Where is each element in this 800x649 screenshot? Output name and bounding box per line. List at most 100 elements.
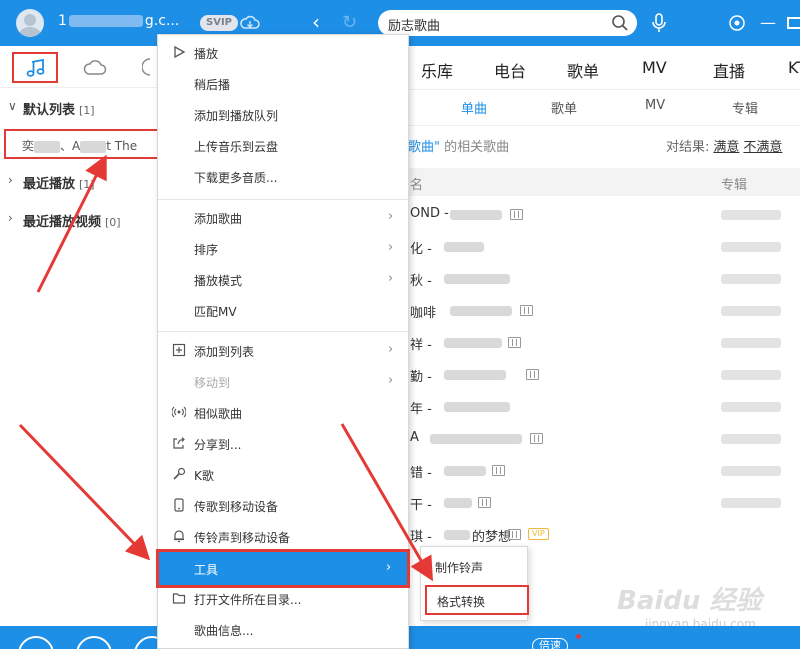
table-row[interactable]: OND - [408, 198, 800, 230]
menu-item-sort[interactable]: 排序 › [158, 233, 408, 264]
album-blur [721, 274, 781, 284]
chevron-right-icon: › [388, 209, 394, 224]
menu-divider [158, 199, 408, 200]
search-input[interactable]: 励志歌曲 [388, 15, 440, 34]
chevron-down-icon[interactable]: ∨ [8, 99, 17, 113]
music-note-icon [26, 58, 45, 77]
column-name-header[interactable]: 名 [410, 174, 423, 193]
table-row[interactable]: 秋 - [408, 262, 800, 294]
radio-wave-icon [172, 406, 186, 418]
menu-item-play[interactable]: 播放 [158, 37, 408, 68]
tab-radio[interactable]: 电台 [494, 58, 526, 82]
table-row[interactable]: 化 - [408, 230, 800, 262]
chevron-right-icon[interactable]: › [8, 211, 13, 225]
menu-item-song-info[interactable]: 歌曲信息... [158, 614, 408, 645]
subtab-albums[interactable]: 专辑 [732, 98, 758, 117]
menu-item-add-queue[interactable]: 添加到播放队列 [158, 99, 408, 130]
svip-badge[interactable]: SVIP [200, 15, 238, 31]
tab-live[interactable]: 直播 [713, 58, 745, 82]
satisfied-link[interactable]: 满意 [713, 140, 739, 155]
recent-play-row[interactable]: › 最近播放 [1] [0, 170, 160, 194]
microphone-search-icon[interactable] [650, 12, 668, 34]
chevron-right-icon[interactable]: › [8, 173, 13, 187]
left-sidebar: ∨ 默认列表 [1] 奕、A t The › 最近播放 [1] › 最近播放视频 [0] [0, 46, 166, 626]
skin-settings-icon[interactable] [728, 14, 746, 32]
user-avatar[interactable] [16, 9, 44, 37]
default-list-row[interactable]: ∨ 默认列表 [1] [0, 96, 160, 120]
menu-item-upload-cloud[interactable]: 上传音乐到云盘 [158, 130, 408, 161]
album-blur [721, 210, 781, 220]
mv-icon[interactable] [530, 433, 543, 444]
maximize-button[interactable] [787, 17, 800, 29]
search-box[interactable]: 励志歌曲 [378, 10, 637, 36]
previous-button[interactable] [18, 636, 54, 649]
tab-playlists[interactable]: 歌单 [567, 58, 599, 82]
song-name: 勤 - [410, 370, 432, 385]
table-row[interactable]: 咖啡 [408, 294, 800, 326]
music-tab[interactable] [12, 52, 58, 83]
menu-item-open-folder[interactable]: 打开文件所在目录... [158, 583, 408, 614]
username-blur [68, 15, 143, 27]
blurred-text [430, 434, 522, 444]
menu-item-karaoke[interactable]: K歌 [158, 459, 408, 490]
tab-library[interactable]: 乐库 [421, 58, 453, 82]
subtab-songs[interactable]: 单曲 [461, 98, 487, 117]
song-name: 咖啡 [410, 306, 437, 321]
tab-mv[interactable]: MV [642, 58, 667, 77]
mv-icon[interactable] [508, 529, 521, 540]
recent-video-row[interactable]: › 最近播放视频 [0] [0, 208, 160, 232]
folder-icon [172, 593, 186, 604]
unsatisfied-link[interactable]: 不满意 [743, 140, 782, 155]
menu-item-add-songs[interactable]: 添加歌曲 › [158, 202, 408, 233]
menu-item-share[interactable]: 分享到... [158, 428, 408, 459]
playing-song-item[interactable]: 奕 、A t The [4, 129, 166, 159]
menu-item-play-later[interactable]: 稍后播 [158, 68, 408, 99]
table-row[interactable]: 错 - [408, 454, 800, 486]
mv-icon[interactable] [526, 369, 539, 380]
menu-item-add-to-list[interactable]: 添加到列表 › [158, 335, 408, 366]
subtab-playlists[interactable]: 歌单 [551, 98, 577, 117]
playback-speed-button[interactable]: 倍速 [532, 638, 568, 649]
cloud-sync-icon[interactable] [240, 14, 260, 32]
cloud-tab-icon[interactable] [83, 60, 107, 76]
table-row[interactable]: A [408, 422, 800, 454]
submenu-item-make-ringtone[interactable]: 制作铃声 [421, 553, 527, 581]
menu-item-download-quality[interactable]: 下载更多音质... [158, 161, 408, 192]
back-button[interactable]: ‹ [312, 12, 332, 34]
table-row[interactable]: 年 - [408, 390, 800, 422]
username[interactable]: 1 g.c... [58, 13, 193, 33]
mv-icon[interactable] [478, 497, 491, 508]
table-row[interactable]: 勤 - [408, 358, 800, 390]
play-button[interactable] [76, 636, 112, 649]
menu-item-send-to-device[interactable]: 传歌到移动设备 [158, 490, 408, 521]
menu-item-play-mode[interactable]: 播放模式 › [158, 264, 408, 295]
column-album-header[interactable]: 专辑 [721, 174, 747, 193]
results-summary: 歌曲" 的相关歌曲 对结果: 满意 不满意 [408, 136, 800, 156]
menu-item-similar-songs[interactable]: 相似歌曲 [158, 397, 408, 428]
menu-item-send-ringtone[interactable]: 传铃声到移动设备 [158, 521, 408, 552]
blurred-text [444, 274, 510, 284]
radio-tab-icon[interactable] [142, 57, 156, 77]
chevron-right-icon: › [388, 373, 394, 388]
blurred-text [444, 498, 472, 508]
song-table-header: 名 专辑 [408, 168, 800, 196]
blurred-text [444, 530, 470, 540]
vip-tag: VIP [528, 528, 549, 540]
submenu-item-format-convert[interactable]: 格式转换 [425, 585, 529, 615]
table-row[interactable]: 干 - [408, 486, 800, 518]
subtab-mv[interactable]: MV [645, 98, 665, 113]
mv-icon[interactable] [510, 209, 523, 220]
menu-item-tools[interactable]: 工具 › [156, 549, 410, 588]
mv-icon[interactable] [492, 465, 505, 476]
refresh-button[interactable]: ↻ [342, 12, 362, 34]
table-row[interactable]: 祥 - [408, 326, 800, 358]
microphone-icon [173, 467, 186, 480]
search-icon[interactable] [611, 14, 629, 32]
menu-item-match-mv[interactable]: 匹配MV [158, 295, 408, 326]
tab-karaoke[interactable]: KT [788, 58, 800, 77]
song-name: 化 - [410, 242, 432, 257]
mv-icon[interactable] [520, 305, 533, 316]
blurred-text [444, 242, 484, 252]
mv-icon[interactable] [508, 337, 521, 348]
minimize-button[interactable]: — [760, 12, 776, 34]
